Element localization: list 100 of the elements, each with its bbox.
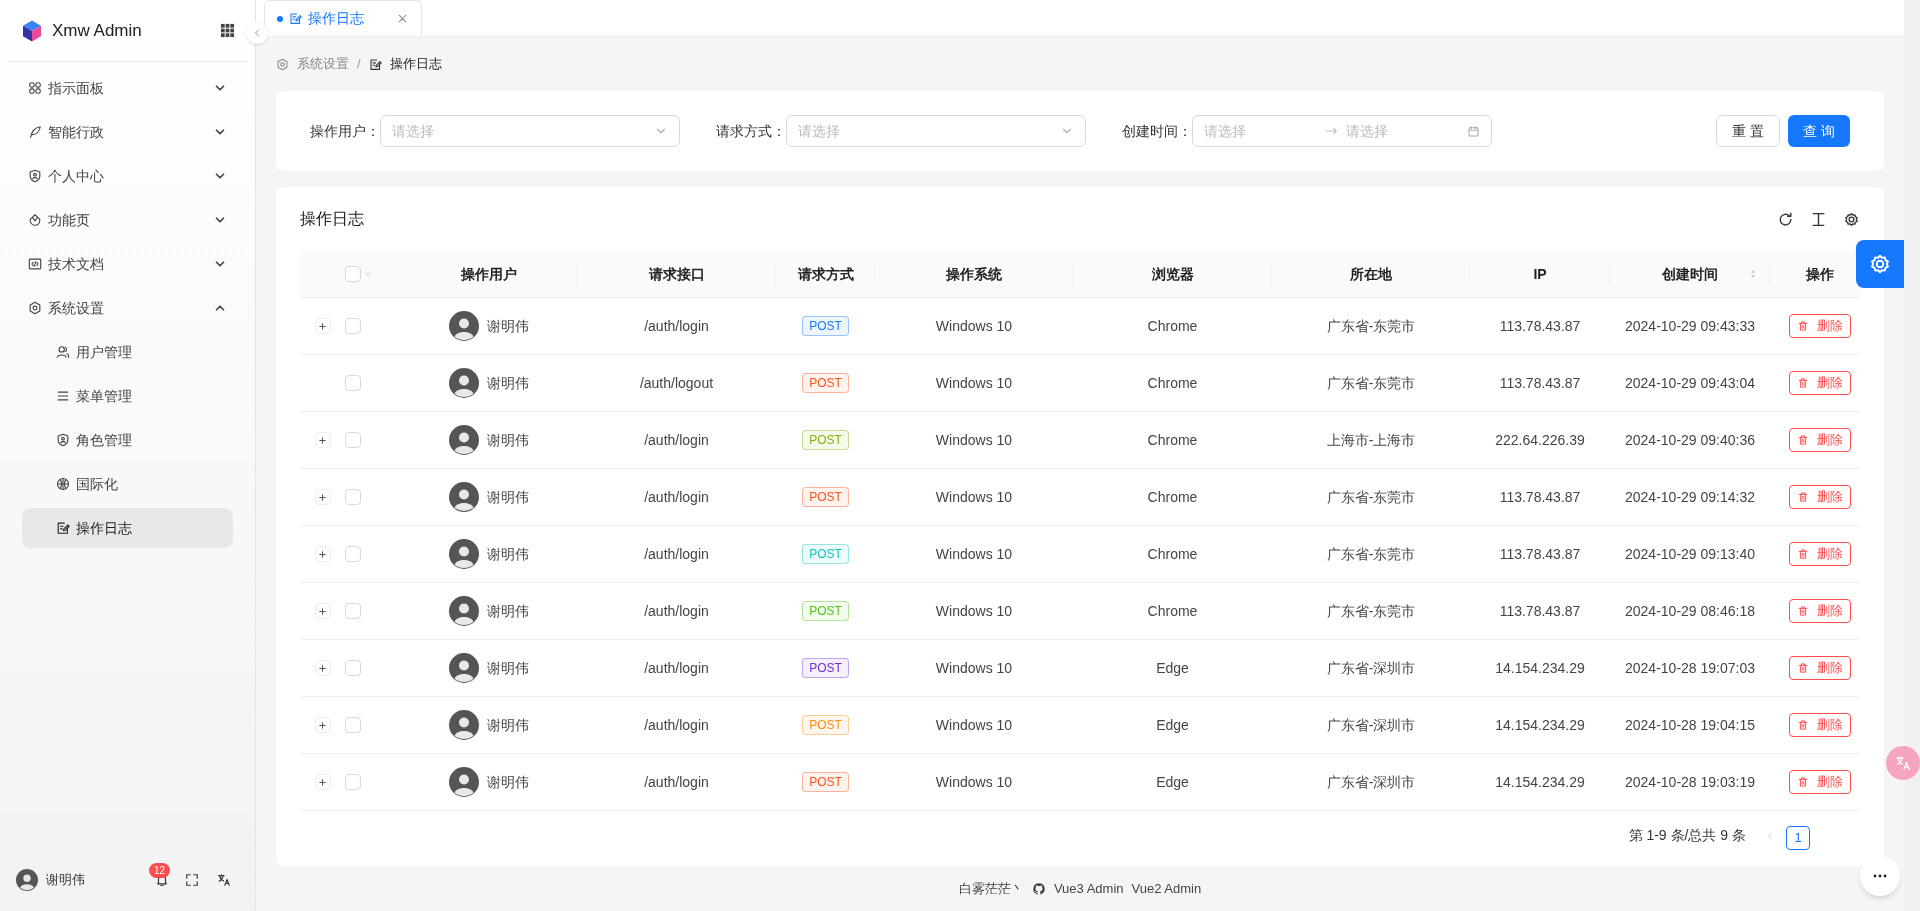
delete-button[interactable]: 删除 bbox=[1789, 599, 1851, 623]
github-icon[interactable] bbox=[1031, 881, 1046, 896]
trash-icon bbox=[1797, 491, 1809, 503]
user-name: 谢明伟 bbox=[486, 316, 529, 336]
footer-link[interactable]: Vue3 Admin bbox=[1053, 878, 1124, 899]
delete-button[interactable]: 删除 bbox=[1789, 485, 1851, 509]
plus-icon bbox=[317, 491, 328, 503]
expand-button[interactable] bbox=[314, 660, 331, 676]
table-cell-text: 2024-10-29 09:40:36 bbox=[1625, 430, 1755, 450]
table-cell-text: 2024-10-29 09:14:32 bbox=[1625, 487, 1755, 507]
row-checkbox[interactable] bbox=[345, 432, 361, 448]
table-cell-text: /auth/login bbox=[644, 430, 709, 450]
delete-button[interactable]: 删除 bbox=[1789, 770, 1851, 794]
breadcrumb-item[interactable]: 系统设置 bbox=[297, 54, 349, 74]
avatar-icon bbox=[448, 710, 479, 740]
menu-item[interactable]: 技术文档 bbox=[22, 242, 233, 286]
expand-button[interactable] bbox=[314, 432, 331, 448]
table-cell-text: 广东省-东莞市 bbox=[1326, 373, 1416, 393]
plus-icon bbox=[317, 605, 328, 617]
expand-button[interactable] bbox=[314, 603, 331, 619]
plus-icon bbox=[317, 548, 328, 560]
table-cell-text: /auth/login bbox=[644, 601, 709, 621]
table-cell-text: Chrome bbox=[1147, 601, 1198, 621]
table-cell-text: 113.78.43.87 bbox=[1499, 601, 1581, 621]
table-cell-text: /auth/login bbox=[644, 544, 709, 564]
column-header: 浏览器 bbox=[1151, 264, 1194, 284]
row-checkbox[interactable] bbox=[345, 660, 361, 676]
expand-button[interactable] bbox=[314, 717, 331, 733]
plus-icon bbox=[317, 434, 328, 446]
user-name: 谢明伟 bbox=[486, 487, 529, 507]
delete-button[interactable]: 删除 bbox=[1789, 656, 1851, 680]
row-checkbox[interactable] bbox=[345, 717, 361, 733]
row-height-icon[interactable] bbox=[1810, 210, 1827, 228]
page-button[interactable]: 1 bbox=[1786, 826, 1810, 850]
pagination-summary: 第 1-9 条/总共 9 条 bbox=[1628, 826, 1746, 845]
edit-icon bbox=[368, 57, 382, 71]
submenu-item[interactable]: 用户管理 bbox=[22, 332, 233, 372]
table-cell-text: Chrome bbox=[1147, 430, 1198, 450]
row-checkbox[interactable] bbox=[345, 375, 361, 391]
menu-item[interactable]: 个人中心 bbox=[22, 154, 233, 198]
submenu-item[interactable]: 操作日志 bbox=[22, 508, 233, 548]
trash-icon bbox=[1797, 434, 1809, 446]
table-cell-text: /auth/login bbox=[644, 658, 709, 678]
footer-link[interactable]: Vue2 Admin bbox=[1131, 878, 1202, 899]
submenu-item[interactable]: 国际化 bbox=[22, 464, 233, 504]
fullscreen-icon[interactable] bbox=[185, 873, 199, 887]
close-icon[interactable] bbox=[396, 12, 409, 25]
submenu-item[interactable]: 角色管理 bbox=[22, 420, 233, 460]
menu-item[interactable]: 系统设置 bbox=[22, 286, 233, 330]
avatar-icon bbox=[448, 311, 479, 341]
delete-button[interactable]: 删除 bbox=[1789, 371, 1851, 395]
row-checkbox[interactable] bbox=[345, 489, 361, 505]
breadcrumb-item: 操作日志 bbox=[389, 55, 442, 74]
row-checkbox[interactable] bbox=[345, 603, 361, 619]
reload-icon[interactable] bbox=[1777, 210, 1794, 228]
table-title: 操作日志 bbox=[300, 209, 365, 229]
settings-drawer-button[interactable] bbox=[1856, 240, 1904, 288]
table-cell-text: 2024-10-29 08:46:18 bbox=[1625, 601, 1755, 621]
menu-item[interactable]: 智能行政 bbox=[22, 110, 233, 154]
avatar-icon bbox=[448, 368, 479, 398]
expand-button[interactable] bbox=[314, 546, 331, 562]
row-checkbox[interactable] bbox=[345, 546, 361, 562]
table-cell-text: 广东省-东莞市 bbox=[1326, 544, 1416, 564]
menu-item[interactable]: 功能页 bbox=[22, 198, 233, 242]
settings-icon[interactable] bbox=[1843, 210, 1860, 228]
expand-button[interactable] bbox=[314, 318, 331, 334]
table-cell-text: 14.154.234.29 bbox=[1495, 658, 1585, 678]
trash-icon bbox=[1797, 605, 1809, 617]
app-title: Xmw Admin bbox=[52, 19, 143, 42]
table-cell-text: 113.78.43.87 bbox=[1499, 544, 1581, 564]
search-button[interactable]: 查 询 bbox=[1788, 115, 1850, 147]
reset-button[interactable]: 重 置 bbox=[1716, 115, 1781, 147]
submenu-item[interactable]: 菜单管理 bbox=[22, 376, 233, 416]
apps-grid-icon[interactable] bbox=[220, 23, 235, 38]
column-header: 请求接口 bbox=[648, 264, 705, 284]
table-cell-text: 广东省-深圳市 bbox=[1326, 772, 1416, 792]
author-link[interactable]: 白雾茫茫丶 bbox=[958, 878, 1024, 899]
plus-icon bbox=[317, 776, 328, 788]
delete-button[interactable]: 删除 bbox=[1789, 314, 1851, 338]
page-tab[interactable]: 操作日志 bbox=[264, 0, 422, 36]
delete-button[interactable]: 删除 bbox=[1789, 713, 1851, 737]
field-label: 请求方式： bbox=[716, 121, 786, 141]
logo-icon bbox=[20, 18, 44, 43]
field-label: 创建时间： bbox=[1122, 121, 1192, 141]
delete-button[interactable]: 删除 bbox=[1789, 428, 1851, 452]
user-name: 谢明伟 bbox=[486, 544, 529, 564]
avatar-icon bbox=[448, 539, 479, 569]
table-cell-text: 14.154.234.29 bbox=[1495, 772, 1585, 792]
row-checkbox[interactable] bbox=[345, 318, 361, 334]
avatar-icon bbox=[16, 869, 38, 891]
expand-button[interactable] bbox=[314, 774, 331, 790]
user-name: 谢明伟 bbox=[486, 715, 529, 735]
table-cell-text: 广东省-东莞市 bbox=[1326, 316, 1416, 336]
delete-button[interactable]: 删除 bbox=[1789, 542, 1851, 566]
expand-button[interactable] bbox=[314, 489, 331, 505]
row-checkbox[interactable] bbox=[345, 774, 361, 790]
translate-icon[interactable] bbox=[217, 873, 231, 887]
menu-item[interactable]: 指示面板 bbox=[22, 66, 233, 110]
select-all-checkbox[interactable] bbox=[345, 266, 361, 282]
table-cell-text: 2024-10-28 19:07:03 bbox=[1625, 658, 1755, 678]
